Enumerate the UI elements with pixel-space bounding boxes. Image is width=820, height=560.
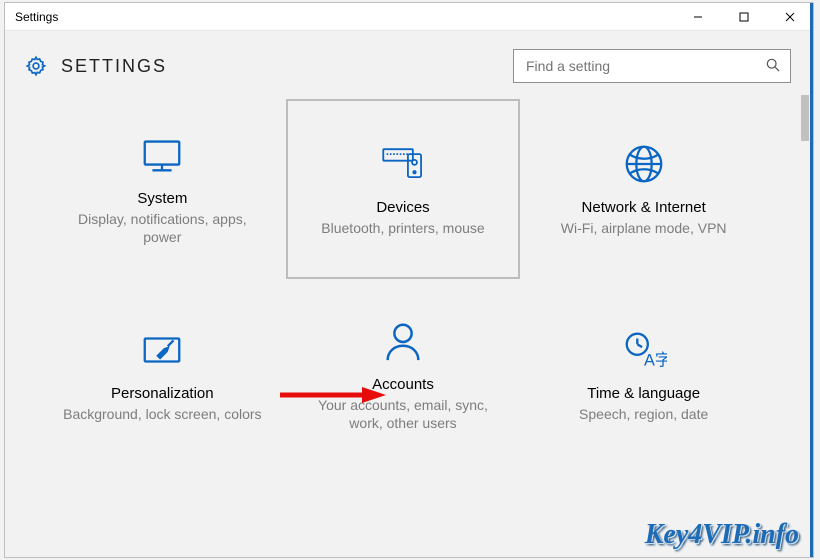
categories-grid: System Display, notifications, apps, pow… bbox=[5, 99, 801, 557]
personalization-icon bbox=[139, 327, 185, 373]
search-icon bbox=[766, 58, 780, 75]
window-buttons bbox=[675, 3, 813, 30]
accounts-icon bbox=[380, 318, 426, 364]
tile-title: Time & language bbox=[587, 385, 700, 402]
network-tile[interactable]: Network & Internet Wi-Fi, airplane mode,… bbox=[526, 99, 761, 279]
globe-icon bbox=[621, 141, 667, 187]
tile-desc: Background, lock screen, colors bbox=[63, 406, 261, 424]
tile-title: Devices bbox=[376, 199, 429, 216]
time-language-icon: A字 bbox=[621, 327, 667, 373]
tile-desc: Bluetooth, printers, mouse bbox=[321, 220, 484, 238]
window-right-edge bbox=[810, 3, 813, 557]
page-title: SETTINGS bbox=[61, 56, 167, 77]
maximize-icon bbox=[739, 12, 749, 22]
tile-desc: Display, notifications, apps, power bbox=[62, 211, 262, 247]
minimize-button[interactable] bbox=[675, 3, 721, 31]
titlebar: Settings bbox=[5, 3, 813, 31]
header: SETTINGS bbox=[5, 31, 813, 93]
search-box[interactable] bbox=[513, 49, 791, 83]
time-language-tile[interactable]: A字 Time & language Speech, region, date bbox=[526, 285, 761, 465]
close-icon bbox=[785, 12, 795, 22]
tile-title: System bbox=[137, 190, 187, 207]
maximize-button[interactable] bbox=[721, 3, 767, 31]
gear-icon bbox=[25, 55, 47, 77]
system-tile[interactable]: System Display, notifications, apps, pow… bbox=[45, 99, 280, 279]
tile-title: Personalization bbox=[111, 385, 214, 402]
tile-title: Accounts bbox=[372, 376, 434, 393]
display-icon bbox=[139, 132, 185, 178]
tile-desc: Speech, region, date bbox=[579, 406, 708, 424]
devices-tile[interactable]: Devices Bluetooth, printers, mouse bbox=[286, 99, 521, 279]
devices-icon bbox=[380, 141, 426, 187]
tile-title: Network & Internet bbox=[582, 199, 706, 216]
search-input[interactable] bbox=[526, 58, 766, 74]
svg-text:A字: A字 bbox=[644, 351, 667, 369]
watermark: Key4VIP.info bbox=[645, 519, 799, 551]
accounts-tile[interactable]: Accounts Your accounts, email, sync, wor… bbox=[286, 285, 521, 465]
minimize-icon bbox=[693, 12, 703, 22]
tile-desc: Your accounts, email, sync, work, other … bbox=[303, 397, 503, 433]
tile-desc: Wi-Fi, airplane mode, VPN bbox=[561, 220, 727, 238]
window-title: Settings bbox=[15, 10, 58, 24]
header-left: SETTINGS bbox=[25, 55, 167, 77]
scrollbar-thumb[interactable] bbox=[801, 95, 809, 141]
personalization-tile[interactable]: Personalization Background, lock screen,… bbox=[45, 285, 280, 465]
settings-window: Settings SETTINGS bbox=[4, 2, 814, 558]
close-button[interactable] bbox=[767, 3, 813, 31]
